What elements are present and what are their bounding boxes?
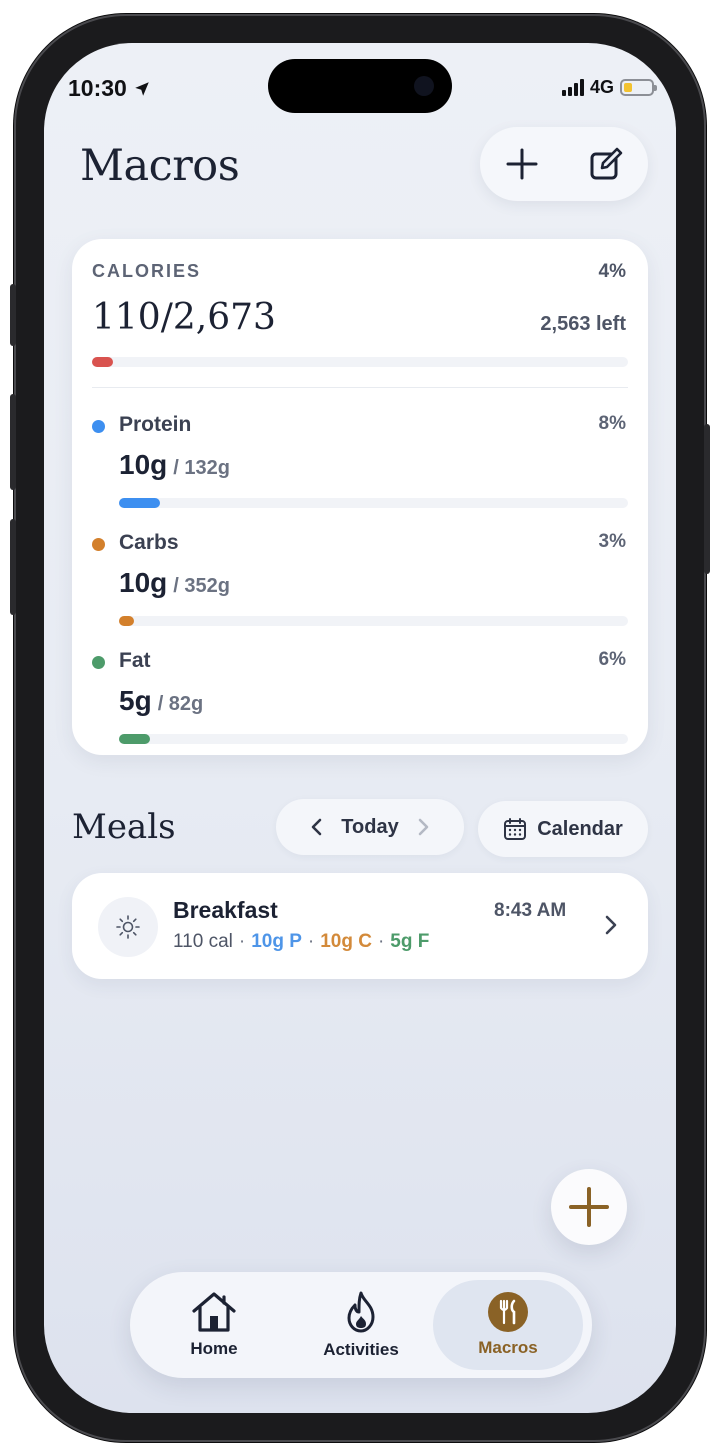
macro-percent: 3%	[598, 531, 626, 552]
app-screen: 10:30 4G Macros CALORIES 4% 110/2,673 2,…	[44, 43, 676, 1413]
tab-macros[interactable]: Macros	[433, 1280, 583, 1370]
macro-percent: 8%	[598, 413, 626, 434]
macro-amount: 10g	[119, 449, 168, 480]
meal-summary: 110 cal · 10g P · 10g C · 5g F	[173, 931, 430, 952]
network-type: 4G	[589, 77, 614, 97]
calendar-button[interactable]: Calendar	[478, 801, 648, 857]
page-title: Macros	[80, 141, 240, 191]
calories-progress-fill	[92, 357, 114, 367]
tab-label: Home	[190, 1339, 238, 1358]
protein-dot	[92, 420, 105, 433]
calendar-label: Calendar	[537, 817, 623, 840]
meal-carbs: 10g C	[320, 931, 372, 952]
macro-progress-fill	[119, 616, 135, 626]
meal-time: 8:43 AM	[494, 900, 567, 921]
add-button[interactable]	[498, 140, 546, 188]
calories-value: 110/2,673	[92, 297, 276, 338]
macro-amount: 5g	[119, 685, 152, 716]
macro-progress	[119, 734, 628, 744]
tab-label: Macros	[478, 1338, 538, 1357]
calories-label: CALORIES	[92, 261, 202, 281]
calories-percent: 4%	[598, 261, 626, 282]
macro-carbs: Carbs 3% 10g / 352g	[92, 529, 628, 639]
tab-home[interactable]: Home	[139, 1280, 289, 1370]
header-actions	[480, 127, 648, 201]
macro-name: Protein	[119, 413, 192, 436]
macro-progress-fill	[119, 734, 150, 744]
fork-knife-icon	[488, 1292, 528, 1332]
meal-fat: 5g F	[390, 931, 430, 952]
location-arrow-icon	[135, 81, 149, 96]
fat-dot	[92, 656, 105, 669]
status-time: 10:30	[68, 75, 127, 101]
volume-up-button	[10, 394, 16, 490]
tab-label: Activities	[323, 1340, 399, 1359]
macro-name: Fat	[119, 649, 151, 672]
power-button	[704, 424, 710, 574]
calories-progress	[92, 357, 628, 367]
tab-activities[interactable]: Activities	[286, 1280, 436, 1370]
battery-icon	[620, 79, 657, 96]
divider	[92, 387, 628, 388]
edit-button[interactable]	[582, 140, 630, 188]
meal-item-breakfast[interactable]: Breakfast 8:43 AM 110 cal · 10g P · 10g …	[72, 873, 648, 979]
macro-name: Carbs	[119, 531, 179, 554]
calories-left: 2,563 left	[540, 313, 626, 335]
add-meal-button[interactable]	[551, 1169, 627, 1245]
macro-target: / 352g	[173, 575, 230, 597]
tab-bar: Home Activities Macros	[130, 1272, 592, 1378]
meal-calories: 110 cal	[173, 931, 233, 952]
macros-summary-card: CALORIES 4% 110/2,673 2,563 left Protein…	[72, 239, 648, 755]
macro-fat: Fat 6% 5g / 82g	[92, 647, 628, 757]
chevron-right-icon	[605, 915, 617, 935]
date-selector: Today	[276, 799, 464, 855]
macro-target: / 132g	[173, 457, 230, 479]
compose-icon	[590, 147, 623, 180]
meal-protein: 10g P	[251, 931, 302, 952]
macro-progress	[119, 498, 628, 508]
status-bar: 10:30 4G	[44, 73, 676, 103]
action-button	[10, 284, 16, 346]
macro-target: / 82g	[157, 693, 204, 715]
meals-title: Meals	[72, 807, 176, 847]
plus-icon	[506, 148, 538, 180]
volume-down-button	[10, 519, 16, 615]
house-icon	[192, 1292, 236, 1332]
chevron-left-icon[interactable]	[309, 817, 325, 837]
meal-name: Breakfast	[173, 897, 278, 923]
macro-progress-fill	[119, 498, 160, 508]
macro-amount: 10g	[119, 567, 168, 598]
macro-progress	[119, 616, 628, 626]
macro-protein: Protein 8% 10g / 132g	[92, 411, 628, 521]
sun-icon	[98, 897, 158, 957]
carbs-dot	[92, 538, 105, 551]
date-label[interactable]: Today	[341, 816, 398, 839]
macro-percent: 6%	[598, 649, 626, 670]
chevron-right-icon[interactable]	[415, 817, 431, 837]
signal-icon	[561, 79, 584, 96]
flame-icon	[347, 1291, 375, 1333]
calendar-icon	[504, 818, 527, 840]
plus-icon	[569, 1187, 609, 1227]
